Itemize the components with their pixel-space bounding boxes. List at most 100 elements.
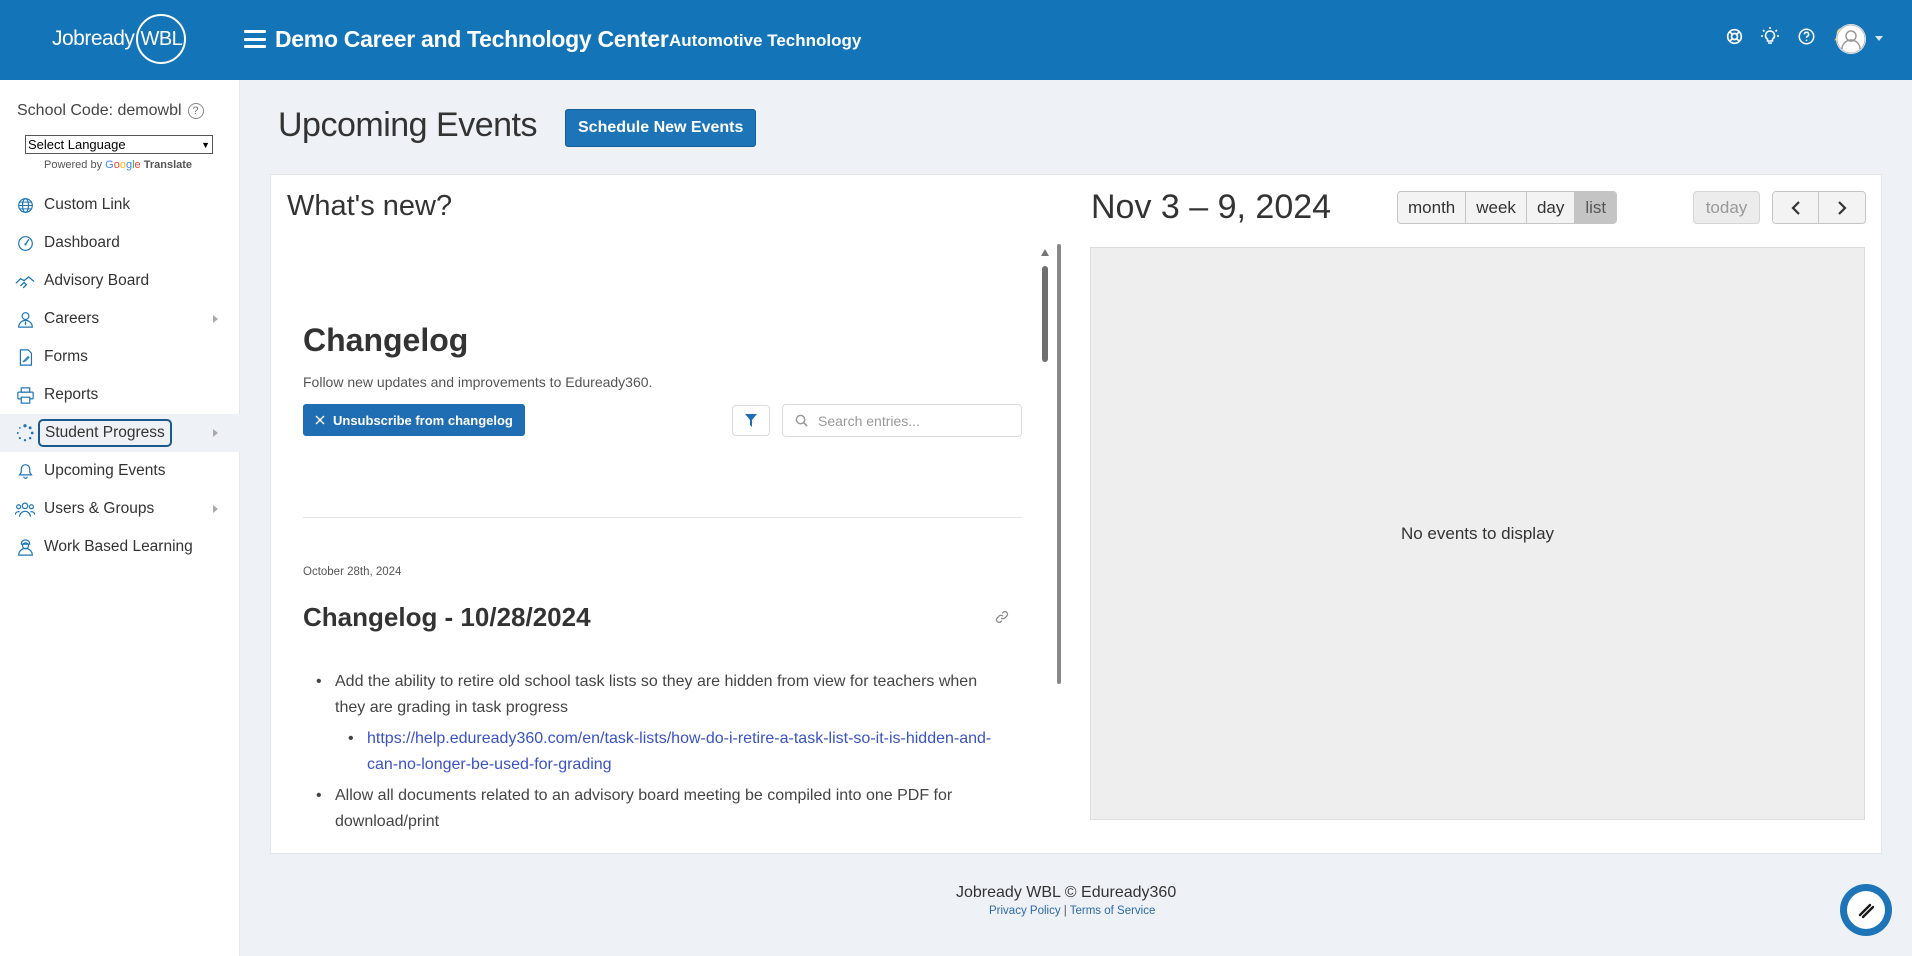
no-events-message: No events to display xyxy=(1400,523,1555,543)
logo-badge: WBL xyxy=(136,14,187,64)
sidebar-item-custom-link[interactable]: Custom Link xyxy=(0,186,240,224)
sidebar-item-careers[interactable]: Careers xyxy=(0,300,240,338)
entry-date: October 28th, 2024 xyxy=(303,566,402,578)
sidebar-item-upcoming-events[interactable]: Upcoming Events xyxy=(0,452,240,490)
outer-scrollbar[interactable] xyxy=(1057,244,1061,684)
sidebar-item-label: Careers xyxy=(44,310,100,327)
view-day-button[interactable]: day xyxy=(1526,192,1576,223)
unsubscribe-label: Unsubscribe from changelog xyxy=(333,412,513,428)
sidebar-item-dashboard[interactable]: Dashboard xyxy=(0,224,240,262)
top-bar: Jobready WBL Demo Career and Technology … xyxy=(0,0,1912,80)
support-icon[interactable] xyxy=(1724,26,1744,46)
school-code: School Code: demowbl ? xyxy=(17,102,204,120)
list-item: Allow all documents related to an adviso… xyxy=(303,783,1003,835)
changelog-title: Changelog xyxy=(303,322,469,358)
list-item: https://help.eduready360.com/en/task-lis… xyxy=(303,726,1003,778)
org-title: Demo Career and Technology Center xyxy=(275,26,669,52)
search-entries-input[interactable]: Search entries... xyxy=(782,404,1022,437)
sidebar-item-label: Advisory Board xyxy=(44,272,150,289)
user-avatar[interactable] xyxy=(1836,24,1866,54)
powered-by-text: Powered by xyxy=(44,159,103,171)
whats-new-heading: What's new? xyxy=(287,190,453,222)
today-button[interactable]: today xyxy=(1693,191,1760,224)
view-list-button[interactable]: list xyxy=(1575,192,1617,223)
next-week-button[interactable] xyxy=(1819,192,1865,223)
calendar-title: Nov 3 – 9, 2024 xyxy=(1091,188,1332,226)
prev-week-button[interactable] xyxy=(1773,192,1819,223)
changelog-widget[interactable]: Changelog Follow new updates and improve… xyxy=(288,246,1048,836)
help-icon[interactable] xyxy=(1796,26,1816,46)
sidebar-item-advisory-board[interactable]: Advisory Board xyxy=(0,262,240,300)
view-week-button[interactable]: week xyxy=(1466,192,1527,223)
chevron-left-icon xyxy=(1790,200,1800,215)
users-icon xyxy=(15,499,35,519)
sidebar-item-label: Dashboard xyxy=(44,234,120,251)
search-placeholder: Search entries... xyxy=(818,412,920,429)
sidebar: School Code: demowbl ? Select Language ▼… xyxy=(0,80,240,956)
sidebar-item-users-groups[interactable]: Users & Groups xyxy=(0,490,240,528)
changelog-subtitle: Follow new updates and improvements to E… xyxy=(303,374,653,390)
avatar-caret-icon[interactable] xyxy=(1875,36,1883,41)
printer-icon xyxy=(15,385,35,405)
privacy-policy-link[interactable]: Privacy Policy xyxy=(989,905,1061,917)
sidebar-item-reports[interactable]: Reports xyxy=(0,376,240,414)
close-icon xyxy=(315,415,325,425)
entry-bullets: Add the ability to retire old school tas… xyxy=(303,669,1003,836)
chat-icon xyxy=(1847,891,1885,929)
chevron-right-icon xyxy=(1838,200,1847,215)
worker-icon xyxy=(15,537,35,557)
form-icon xyxy=(15,347,35,367)
scrollbar-thumb[interactable] xyxy=(1042,266,1048,362)
google-logo[interactable]: Google xyxy=(105,159,141,171)
page-title: Upcoming Events xyxy=(278,106,537,144)
footer-links: Privacy Policy | Terms of Service xyxy=(989,905,1155,917)
program-title[interactable]: Automotive Technology xyxy=(669,31,861,51)
chevron-right-icon xyxy=(213,505,218,513)
help-chat-button[interactable] xyxy=(1840,884,1892,936)
terms-of-service-link[interactable]: Terms of Service xyxy=(1070,905,1156,917)
schedule-new-events-button[interactable]: Schedule New Events xyxy=(565,109,757,147)
divider xyxy=(303,517,1022,518)
globe-icon xyxy=(15,195,35,215)
help-article-link[interactable]: https://help.eduready360.com/en/task-lis… xyxy=(367,730,991,773)
sidebar-item-label: Custom Link xyxy=(44,196,131,213)
calendar-list-view: No events to display xyxy=(1090,247,1865,820)
chevron-right-icon xyxy=(213,315,218,323)
calendar-view-switcher: month week day list xyxy=(1397,191,1618,224)
footer-separator: | xyxy=(1060,905,1070,917)
sidebar-item-label: Reports xyxy=(44,386,99,403)
view-month-button[interactable]: month xyxy=(1398,192,1467,223)
filter-button[interactable] xyxy=(732,405,770,436)
handshake-icon xyxy=(15,271,35,291)
lightbulb-icon[interactable] xyxy=(1760,26,1780,46)
entry-title[interactable]: Changelog - 10/28/2024 xyxy=(303,602,591,633)
sidebar-item-student-progress[interactable]: Student Progress xyxy=(0,414,240,452)
gauge-icon xyxy=(15,233,35,253)
scroll-up-arrow-icon[interactable] xyxy=(1041,249,1049,256)
menu-toggle-icon[interactable] xyxy=(244,30,266,48)
spinner-icon xyxy=(15,423,35,443)
search-icon xyxy=(795,414,808,427)
logo-text: Jobready xyxy=(52,27,135,50)
sidebar-item-label: Upcoming Events xyxy=(44,462,166,479)
chevron-right-icon xyxy=(213,429,218,437)
permalink-icon[interactable] xyxy=(995,610,1011,626)
filter-icon xyxy=(745,414,757,427)
header-icons xyxy=(1724,26,1852,46)
jobready-logo[interactable]: Jobready WBL xyxy=(52,14,187,64)
sidebar-item-label: Users & Groups xyxy=(44,500,155,517)
sidebar-nav: Custom Link Dashboard Advisory Board Car… xyxy=(0,186,240,566)
language-select[interactable]: Select Language ▼ xyxy=(25,135,213,154)
language-select-value: Select Language xyxy=(28,137,126,152)
sidebar-item-label: Work Based Learning xyxy=(44,538,193,555)
footer-copyright: Jobready WBL © Eduready360 xyxy=(956,884,1177,901)
unsubscribe-button[interactable]: Unsubscribe from changelog xyxy=(303,404,525,436)
sidebar-item-forms[interactable]: Forms xyxy=(0,338,240,376)
translate-text: Translate xyxy=(143,159,193,171)
chevron-down-icon: ▼ xyxy=(201,139,210,150)
google-translate-attribution: Powered by Google Translate xyxy=(44,159,192,171)
sidebar-item-work-based-learning[interactable]: Work Based Learning xyxy=(0,528,240,566)
calendar-nav xyxy=(1772,191,1866,224)
sidebar-item-label: Forms xyxy=(44,348,88,365)
school-code-help-icon[interactable]: ? xyxy=(187,103,204,119)
